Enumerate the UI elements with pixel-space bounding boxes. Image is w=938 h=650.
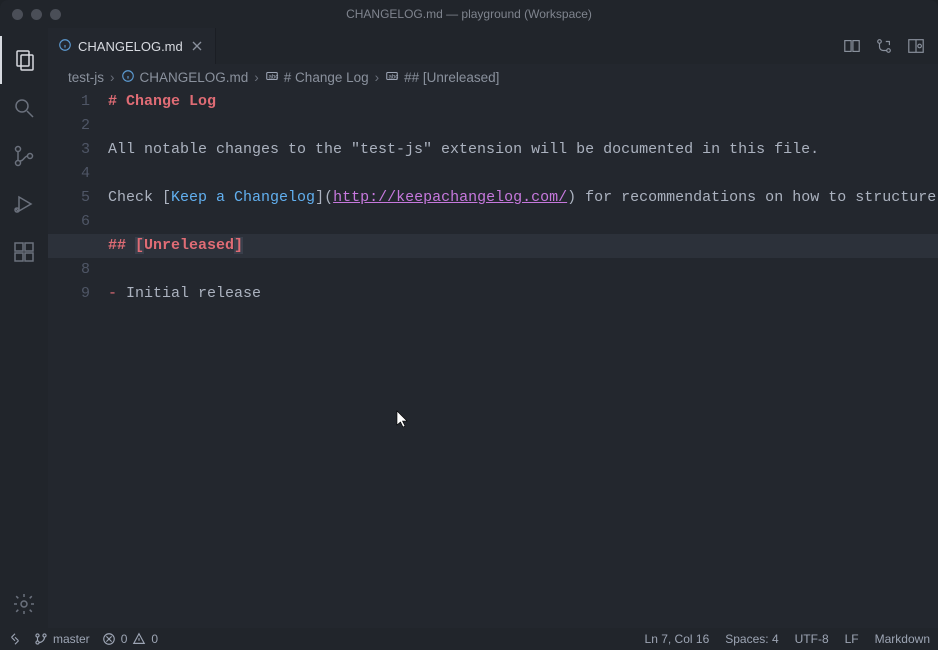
status-bar: master 0 0 Ln 7, Col 16 Spaces: 4 UTF-8 … bbox=[0, 628, 938, 650]
code-line[interactable]: # Change Log bbox=[108, 90, 938, 114]
run-debug-icon[interactable] bbox=[0, 180, 48, 228]
tab-bar: CHANGELOG.md bbox=[48, 28, 938, 64]
close-tab-icon[interactable] bbox=[189, 40, 205, 52]
code-line[interactable] bbox=[108, 114, 938, 138]
breadcrumb-h1[interactable]: abc # Change Log bbox=[265, 69, 369, 86]
maximize-window-icon[interactable] bbox=[50, 9, 61, 20]
encoding[interactable]: UTF-8 bbox=[795, 632, 829, 646]
language-mode[interactable]: Markdown bbox=[875, 632, 930, 646]
breadcrumb-h2[interactable]: abc ## [Unreleased] bbox=[385, 69, 499, 86]
code-line[interactable] bbox=[108, 162, 938, 186]
activity-bar bbox=[0, 28, 48, 628]
symbol-string-icon: abc bbox=[385, 69, 399, 86]
chevron-right-icon: › bbox=[110, 70, 115, 85]
code-line[interactable]: ## [Unreleased] bbox=[108, 234, 938, 258]
svg-text:abc: abc bbox=[268, 73, 278, 80]
window-title: CHANGELOG.md — playground (Workspace) bbox=[346, 7, 592, 21]
close-window-icon[interactable] bbox=[12, 9, 23, 20]
compare-changes-icon[interactable] bbox=[843, 37, 861, 55]
settings-gear-icon[interactable] bbox=[0, 580, 48, 628]
gutter: 123456789 bbox=[48, 90, 108, 628]
tab-label: CHANGELOG.md bbox=[78, 39, 183, 54]
chevron-right-icon: › bbox=[375, 70, 380, 85]
explorer-icon[interactable] bbox=[0, 36, 48, 84]
code-line[interactable] bbox=[108, 210, 938, 234]
info-circle-icon bbox=[121, 69, 135, 86]
source-control-icon[interactable] bbox=[0, 132, 48, 180]
minimize-window-icon[interactable] bbox=[31, 9, 42, 20]
code-content[interactable]: # Change Log All notable changes to the "… bbox=[108, 90, 938, 628]
svg-text:abc: abc bbox=[389, 73, 399, 80]
symbol-string-icon: abc bbox=[265, 69, 279, 86]
code-line[interactable] bbox=[108, 258, 938, 282]
titlebar: CHANGELOG.md — playground (Workspace) bbox=[0, 0, 938, 28]
breadcrumb-file[interactable]: CHANGELOG.md bbox=[121, 69, 249, 86]
window-controls bbox=[12, 9, 61, 20]
code-line[interactable]: - Initial release bbox=[108, 282, 938, 306]
info-circle-icon bbox=[58, 38, 72, 55]
code-line[interactable]: All notable changes to the "test-js" ext… bbox=[108, 138, 938, 162]
remote-indicator[interactable] bbox=[8, 632, 22, 646]
problems-indicator[interactable]: 0 0 bbox=[102, 632, 158, 646]
cursor-position[interactable]: Ln 7, Col 16 bbox=[645, 632, 710, 646]
search-icon[interactable] bbox=[0, 84, 48, 132]
indentation[interactable]: Spaces: 4 bbox=[725, 632, 778, 646]
breadcrumb-folder: test-js bbox=[68, 70, 104, 85]
code-line[interactable]: Check [Keep a Changelog](http://keepacha… bbox=[108, 186, 938, 210]
open-preview-icon[interactable] bbox=[907, 37, 925, 55]
open-changes-icon[interactable] bbox=[875, 37, 893, 55]
chevron-right-icon: › bbox=[254, 70, 259, 85]
extensions-icon[interactable] bbox=[0, 228, 48, 276]
breadcrumbs[interactable]: test-js › CHANGELOG.md › abc # Change Lo… bbox=[48, 64, 938, 90]
branch-indicator[interactable]: master bbox=[34, 632, 90, 646]
editor-actions bbox=[843, 28, 938, 64]
editor[interactable]: 123456789 # Change Log All notable change… bbox=[48, 90, 938, 628]
eol[interactable]: LF bbox=[845, 632, 859, 646]
tab-changelog[interactable]: CHANGELOG.md bbox=[48, 28, 216, 64]
